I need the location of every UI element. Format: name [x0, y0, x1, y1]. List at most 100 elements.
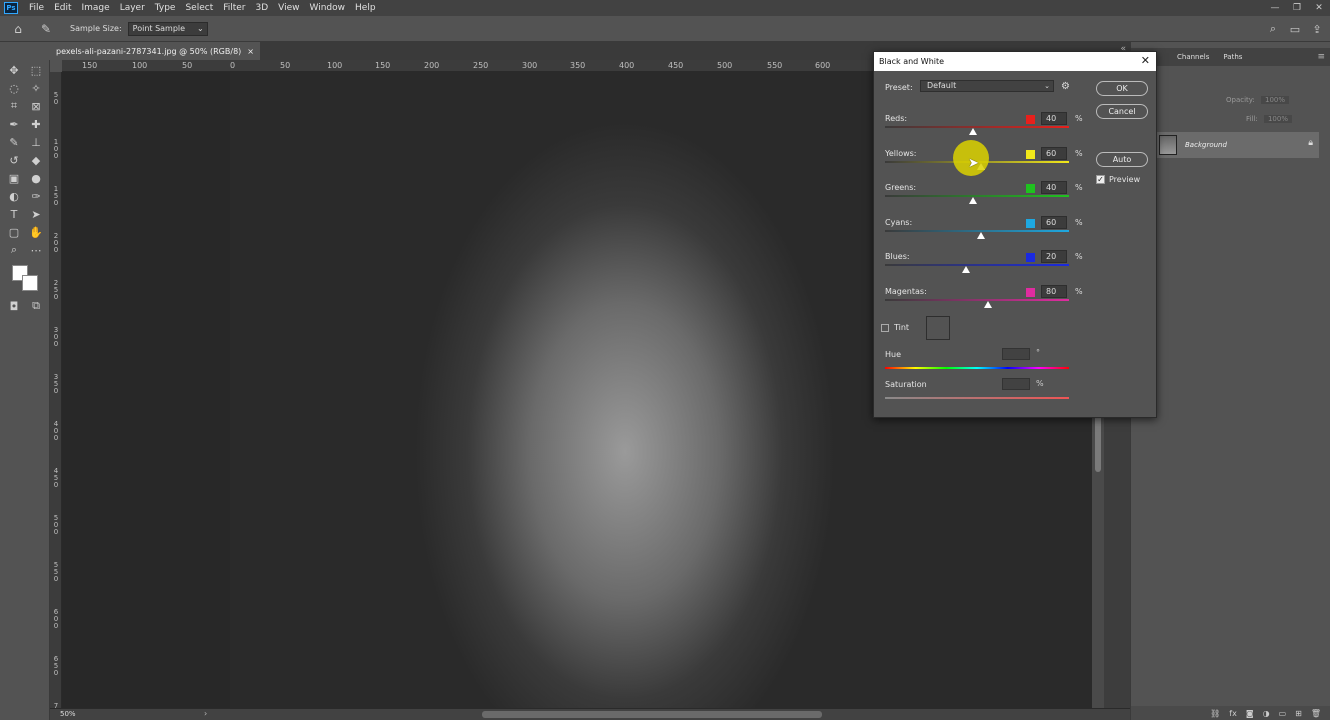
sample-size-select[interactable]: Point Sample ⌄ [127, 21, 208, 36]
add-mask-icon[interactable]: ◙ [1246, 709, 1254, 718]
crop-tool-icon[interactable]: ⌗ [6, 98, 22, 114]
slider-track[interactable] [885, 299, 1069, 301]
pen-tool-icon[interactable]: ✑ [28, 188, 44, 204]
slider-value-input[interactable]: 20 [1041, 250, 1067, 264]
ruler-tick-label: 0 [230, 61, 236, 70]
saturation-input[interactable] [1002, 378, 1030, 390]
stamp-tool-icon[interactable]: ⊥ [28, 134, 44, 150]
slider-value-input[interactable]: 60 [1041, 146, 1067, 160]
preview-checkbox[interactable]: ✓ [1096, 175, 1105, 184]
document-tab[interactable]: pexels-ali-pazani-2787341.jpg @ 50% (RGB… [50, 42, 260, 60]
tint-checkbox[interactable] [881, 324, 889, 332]
hue-slider-track[interactable] [885, 367, 1069, 369]
slider-thumb[interactable] [969, 197, 978, 205]
screen-mode-icon[interactable]: ⧉ [28, 298, 44, 314]
blur-tool-icon[interactable]: ● [28, 170, 44, 186]
menu-help[interactable]: Help [350, 3, 381, 13]
lasso-tool-icon[interactable]: ◌ [6, 80, 22, 96]
slider-track[interactable] [885, 264, 1069, 267]
zoom-level[interactable]: 50% [60, 710, 76, 718]
chevron-right-icon[interactable]: › [204, 709, 207, 718]
tab-paths[interactable]: Paths [1223, 53, 1242, 61]
preset-select[interactable]: Default ⌄ [920, 80, 1054, 92]
close-window-button[interactable]: ✕ [1308, 0, 1330, 16]
marquee-tool-icon[interactable]: ⬚ [28, 62, 44, 78]
frame-tool-icon[interactable]: ⊠ [28, 98, 44, 114]
search-icon[interactable]: ⌕ [1266, 22, 1280, 36]
background-color-swatch[interactable] [22, 275, 38, 291]
workspace-icon[interactable]: ▭ [1288, 22, 1302, 36]
brush-tool-icon[interactable]: ✎ [6, 134, 22, 150]
hand-tool-icon[interactable]: ✋ [28, 224, 44, 240]
history-brush-icon[interactable]: ↺ [6, 152, 22, 168]
menu-type[interactable]: Type [150, 3, 181, 13]
link-layers-icon[interactable]: ⛓ [1210, 709, 1220, 718]
fill-value[interactable]: 100% [1263, 115, 1292, 123]
menu-bar: Ps File Edit Image Layer Type Select Fil… [0, 0, 1330, 16]
ruler-tick-label: 2 0 0 [53, 232, 59, 254]
more-tools-icon[interactable]: ⋯ [28, 242, 44, 258]
layer-row-background[interactable]: Background 🔒︎ [1155, 132, 1319, 158]
hue-input[interactable] [1002, 348, 1030, 360]
slider-value-input[interactable]: 80 [1041, 285, 1067, 298]
horizontal-scroll-thumb[interactable] [482, 711, 822, 718]
menu-filter[interactable]: Filter [218, 3, 250, 13]
dodge-tool-icon[interactable]: ◐ [6, 188, 22, 204]
gear-icon[interactable]: ⚙ [1061, 81, 1070, 92]
menu-file[interactable]: File [24, 3, 49, 13]
slider-value-input[interactable]: 40 [1041, 181, 1067, 195]
menu-select[interactable]: Select [180, 3, 218, 13]
type-tool-icon[interactable]: T [6, 206, 22, 222]
zoom-tool-icon[interactable]: ⌕ [6, 242, 22, 258]
move-tool-icon[interactable]: ✥ [6, 62, 22, 78]
delete-layer-icon[interactable]: 🗑︎ [1311, 709, 1321, 718]
new-layer-icon[interactable]: ⊞ [1295, 709, 1302, 718]
document-tab-title: pexels-ali-pazani-2787341.jpg @ 50% (RGB… [56, 46, 242, 56]
quick-mask-icon[interactable]: ◘ [6, 298, 22, 314]
auto-button[interactable]: Auto [1096, 152, 1148, 167]
fx-icon[interactable]: fx [1229, 709, 1237, 718]
slider-label: Magentas: [885, 287, 927, 296]
slider-value-input[interactable]: 60 [1041, 215, 1067, 229]
close-tab-icon[interactable]: × [247, 47, 254, 56]
saturation-slider-track[interactable] [885, 397, 1069, 399]
panel-menu-icon[interactable]: ≡ [1317, 52, 1325, 62]
menu-edit[interactable]: Edit [49, 3, 76, 13]
slider-thumb[interactable] [961, 266, 970, 274]
eraser-tool-icon[interactable]: ◆ [28, 152, 44, 168]
ruler-tick-label: 550 [767, 61, 783, 70]
opacity-value[interactable]: 100% [1261, 96, 1290, 104]
slider-thumb[interactable] [969, 128, 978, 135]
slider-value-input[interactable]: 40 [1041, 112, 1067, 125]
tint-color-swatch[interactable] [926, 316, 950, 340]
ruler-tick-label: 350 [570, 61, 586, 70]
lock-icon[interactable]: 🔒︎ [1308, 138, 1313, 148]
menu-3d[interactable]: 3D [251, 3, 274, 13]
eyedropper-tool-preset-icon[interactable]: ✎ [36, 19, 56, 39]
healing-brush-icon[interactable]: ✚ [28, 116, 44, 132]
cancel-button[interactable]: Cancel [1096, 104, 1148, 119]
menu-layer[interactable]: Layer [115, 3, 150, 13]
vertical-scroll-thumb[interactable] [1095, 412, 1101, 472]
menu-window[interactable]: Window [305, 3, 351, 13]
slider-thumb[interactable] [976, 231, 985, 239]
ruler-tick-label: 150 [375, 61, 391, 70]
shape-tool-icon[interactable]: ▢ [6, 224, 22, 240]
menu-view[interactable]: View [273, 3, 304, 13]
restore-button[interactable]: ❐ [1286, 0, 1308, 16]
eyedropper-icon[interactable]: ✒ [6, 116, 22, 132]
tab-channels[interactable]: Channels [1177, 53, 1209, 61]
home-icon[interactable]: ⌂ [8, 19, 28, 39]
adjustment-layer-icon[interactable]: ◑ [1263, 709, 1270, 718]
preview-checkbox-wrap[interactable]: ✓ Preview [1096, 175, 1140, 184]
minimize-button[interactable]: — [1264, 0, 1286, 16]
path-selection-icon[interactable]: ➤ [28, 206, 44, 222]
menu-image[interactable]: Image [77, 3, 115, 13]
ok-button[interactable]: OK [1096, 81, 1148, 96]
magic-wand-icon[interactable]: ✧ [28, 80, 44, 96]
share-icon[interactable]: ⇪ [1310, 22, 1324, 36]
gradient-tool-icon[interactable]: ▣ [6, 170, 22, 186]
close-icon[interactable]: ✕ [1141, 54, 1150, 67]
slider-thumb[interactable] [984, 301, 993, 308]
new-group-icon[interactable]: ▭ [1279, 709, 1287, 718]
